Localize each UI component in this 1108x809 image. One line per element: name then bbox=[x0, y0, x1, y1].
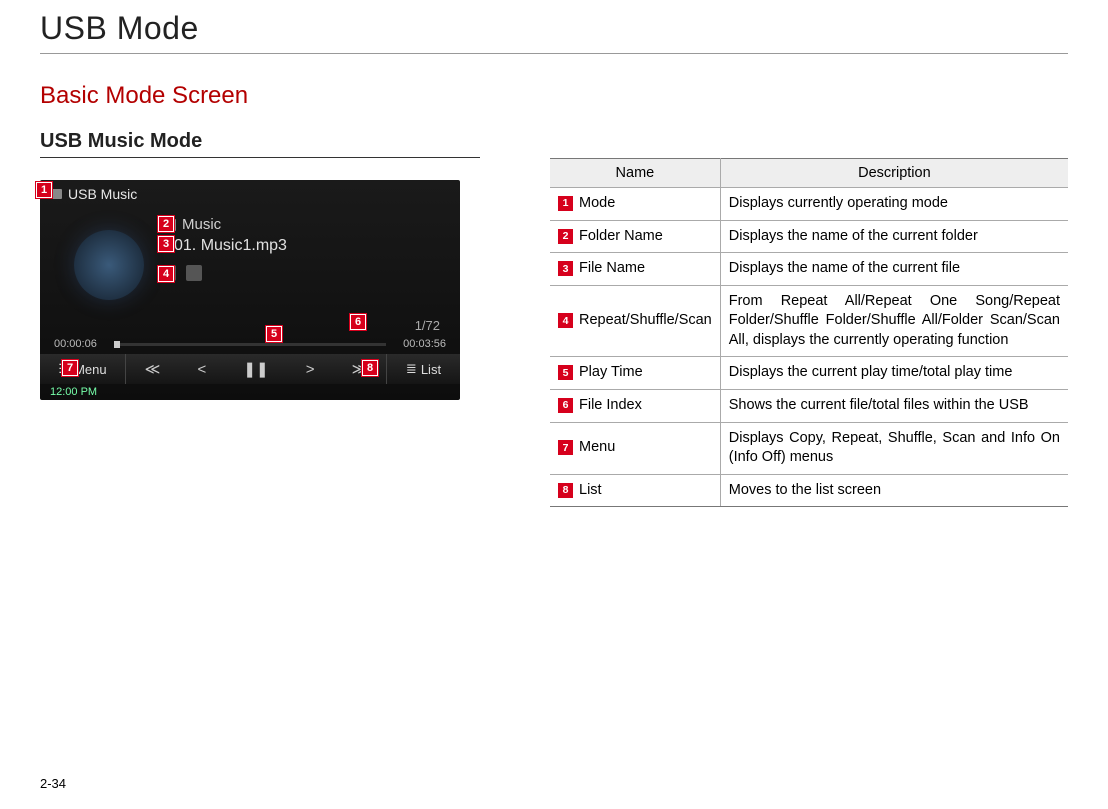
name-cell: 5 Play Time bbox=[550, 357, 720, 390]
table-row: 4 Repeat/Shuffle/Scan From Repeat All/Repe… bbox=[550, 285, 1068, 357]
row-name-text: File Index bbox=[579, 396, 642, 416]
table-header-row: Name Description bbox=[550, 159, 1068, 188]
next-button[interactable]: > bbox=[306, 361, 315, 378]
left-column: USB Music Mode USB Music Music ♪ 01. Mus… bbox=[40, 130, 480, 400]
desc-cell: Moves to the list screen bbox=[720, 474, 1068, 507]
description-table: Name Description 1 Mode Displays currently… bbox=[550, 158, 1068, 507]
row-number-badge: 8 bbox=[558, 483, 573, 498]
desc-cell: Displays Copy, Repeat, Shuffle, Scan and… bbox=[720, 422, 1068, 474]
desc-cell: From Repeat All/Repeat One Song/Repeat F… bbox=[720, 285, 1068, 357]
row-number-badge: 5 bbox=[558, 365, 573, 380]
title-rule bbox=[40, 53, 1068, 54]
row-name-text: Menu bbox=[579, 438, 615, 458]
sub-heading: USB Music Mode bbox=[40, 130, 480, 158]
row-name-text: Repeat/Shuffle/Scan bbox=[579, 311, 712, 331]
mode-indicator: USB Music bbox=[48, 186, 137, 202]
file-name: 01. Music1.mp3 bbox=[174, 237, 287, 255]
desc-cell: Displays the current play time/total pla… bbox=[720, 357, 1068, 390]
header-name: Name bbox=[550, 159, 720, 188]
callout-3: 3 bbox=[158, 236, 174, 252]
callout-5: 5 bbox=[266, 326, 282, 342]
row-number-badge: 6 bbox=[558, 398, 573, 413]
row-name-text: Play Time bbox=[579, 363, 643, 383]
name-cell: 6 File Index bbox=[550, 389, 720, 422]
name-cell: 7 Menu bbox=[550, 422, 720, 474]
brand-logo bbox=[74, 230, 144, 300]
right-column: Name Description 1 Mode Displays currently… bbox=[550, 130, 1068, 507]
progress-bar: 00:00:06 00:03:56 bbox=[54, 338, 446, 350]
clock: 12:00 PM bbox=[50, 386, 97, 398]
header-desc: Description bbox=[720, 159, 1068, 188]
mode-label: USB Music bbox=[68, 186, 137, 202]
row-name-text: List bbox=[579, 481, 602, 501]
table-row: 2 Folder Name Displays the name of the cur… bbox=[550, 220, 1068, 253]
name-cell: 1 Mode bbox=[550, 188, 720, 221]
menu-label: Menu bbox=[74, 362, 107, 377]
row-number-badge: 3 bbox=[558, 261, 573, 276]
desc-cell: Displays currently operating mode bbox=[720, 188, 1068, 221]
table-row: 7 Menu Displays Copy, Repeat, Shuffle, Sca… bbox=[550, 422, 1068, 474]
row-number-badge: 1 bbox=[558, 196, 573, 211]
callout-1: 1 bbox=[36, 182, 52, 198]
desc-cell: Displays the name of the current file bbox=[720, 253, 1068, 286]
track-info: Music ♪ 01. Music1.mp3 bbox=[160, 216, 287, 281]
row-name-text: Folder Name bbox=[579, 227, 663, 247]
row-name-text: Mode bbox=[579, 194, 615, 214]
name-cell: 2 Folder Name bbox=[550, 220, 720, 253]
table-row: 5 Play Time Displays the current play time… bbox=[550, 357, 1068, 390]
folder-name: Music bbox=[182, 216, 221, 233]
list-label: List bbox=[421, 362, 441, 377]
row-number-badge: 2 bbox=[558, 229, 573, 244]
desc-cell: Displays the name of the current folder bbox=[720, 220, 1068, 253]
callout-2: 2 bbox=[158, 216, 174, 232]
desc-cell: Shows the current file/total files withi… bbox=[720, 389, 1068, 422]
pause-button[interactable]: ❚❚ bbox=[243, 360, 268, 378]
page-title: USB Mode bbox=[40, 10, 1068, 53]
name-cell: 3 File Name bbox=[550, 253, 720, 286]
table-row: 1 Mode Displays currently operating mode bbox=[550, 188, 1068, 221]
callout-6: 6 bbox=[350, 314, 366, 330]
page-number: 2-34 bbox=[40, 776, 66, 791]
table-row: 6 File Index Shows the current file/total … bbox=[550, 389, 1068, 422]
time-total: 00:03:56 bbox=[386, 338, 446, 350]
file-index: 1/72 bbox=[415, 318, 440, 333]
list-icon: ≣ bbox=[406, 361, 417, 377]
bottom-bar: ☰ Menu ≪ < ❚❚ > ≫ ≣ List bbox=[40, 354, 460, 384]
list-button[interactable]: ≣ List bbox=[386, 354, 460, 384]
row-number-badge: 7 bbox=[558, 440, 573, 455]
transport-controls: ≪ < ❚❚ > ≫ bbox=[126, 360, 386, 378]
content-row: USB Music Mode USB Music Music ♪ 01. Mus… bbox=[40, 130, 1068, 507]
row-number-badge: 4 bbox=[558, 313, 573, 328]
name-cell: 4 Repeat/Shuffle/Scan bbox=[550, 285, 720, 357]
shuffle-icon bbox=[186, 265, 202, 281]
table-row: 8 List Moves to the list screen bbox=[550, 474, 1068, 507]
screenshot-wrap: USB Music Music ♪ 01. Music1.mp3 bbox=[40, 180, 460, 400]
prev-folder-button[interactable]: ≪ bbox=[145, 360, 161, 378]
callout-4: 4 bbox=[158, 266, 174, 282]
prev-button[interactable]: < bbox=[197, 361, 206, 378]
callout-8: 8 bbox=[362, 360, 378, 376]
row-name-text: File Name bbox=[579, 259, 645, 279]
time-current: 00:00:06 bbox=[54, 338, 114, 350]
device-screenshot: USB Music Music ♪ 01. Music1.mp3 bbox=[40, 180, 460, 400]
section-heading: Basic Mode Screen bbox=[40, 82, 1068, 110]
mode-icons-row bbox=[160, 265, 287, 281]
callout-7: 7 bbox=[62, 360, 78, 376]
progress-track bbox=[114, 343, 386, 346]
name-cell: 8 List bbox=[550, 474, 720, 507]
menu-button[interactable]: ☰ Menu bbox=[40, 354, 126, 384]
table-row: 3 File Name Displays the name of the curre… bbox=[550, 253, 1068, 286]
